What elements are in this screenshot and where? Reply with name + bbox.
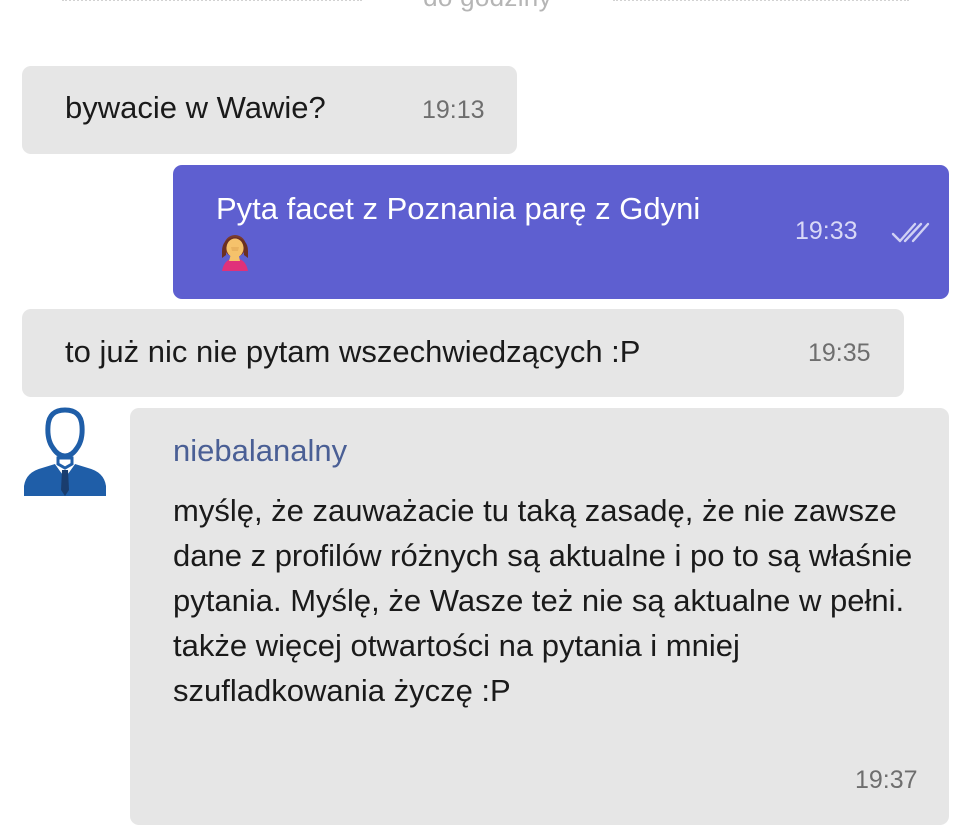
message-time: 19:13 [422,96,485,124]
message-time: 19:37 [855,766,918,794]
message-text: bywacie w Wawie? [65,90,326,125]
message-bubble-outgoing[interactable]: Pyta facet z Poznania parę z Gdyni 19:33 [173,165,949,299]
author-name[interactable]: niebalanalny [173,433,347,469]
message-bubble-incoming[interactable]: to już nic nie pytam wszechwiedzących :P… [22,309,904,397]
user-avatar-icon[interactable] [22,406,108,496]
read-receipt-icon [891,222,930,243]
message-text: Pyta facet z Poznania parę z Gdyni [216,191,701,226]
message-time: 19:33 [795,217,858,245]
message-bubble-incoming-with-author[interactable]: niebalanalny myślę, że zauważacie tu tak… [130,408,949,825]
message-text-wrap: Pyta facet z Poznania parę z Gdyni [216,187,736,283]
date-divider: do godziny [0,0,960,16]
message-time: 19:35 [808,339,871,367]
chat-screen: do godziny bywacie w Wawie? 19:13 Pyta f… [0,0,960,831]
divider-line-left [62,0,362,1]
message-text: myślę, że zauważacie tu taką zasadę, że … [173,493,913,708]
date-divider-label: do godziny [362,0,613,13]
message-text: to już nic nie pytam wszechwiedzących :P [65,334,641,369]
message-bubble-incoming[interactable]: bywacie w Wawie? 19:13 [22,66,517,154]
divider-line-right [613,0,909,1]
face-palm-woman-icon [216,231,256,283]
